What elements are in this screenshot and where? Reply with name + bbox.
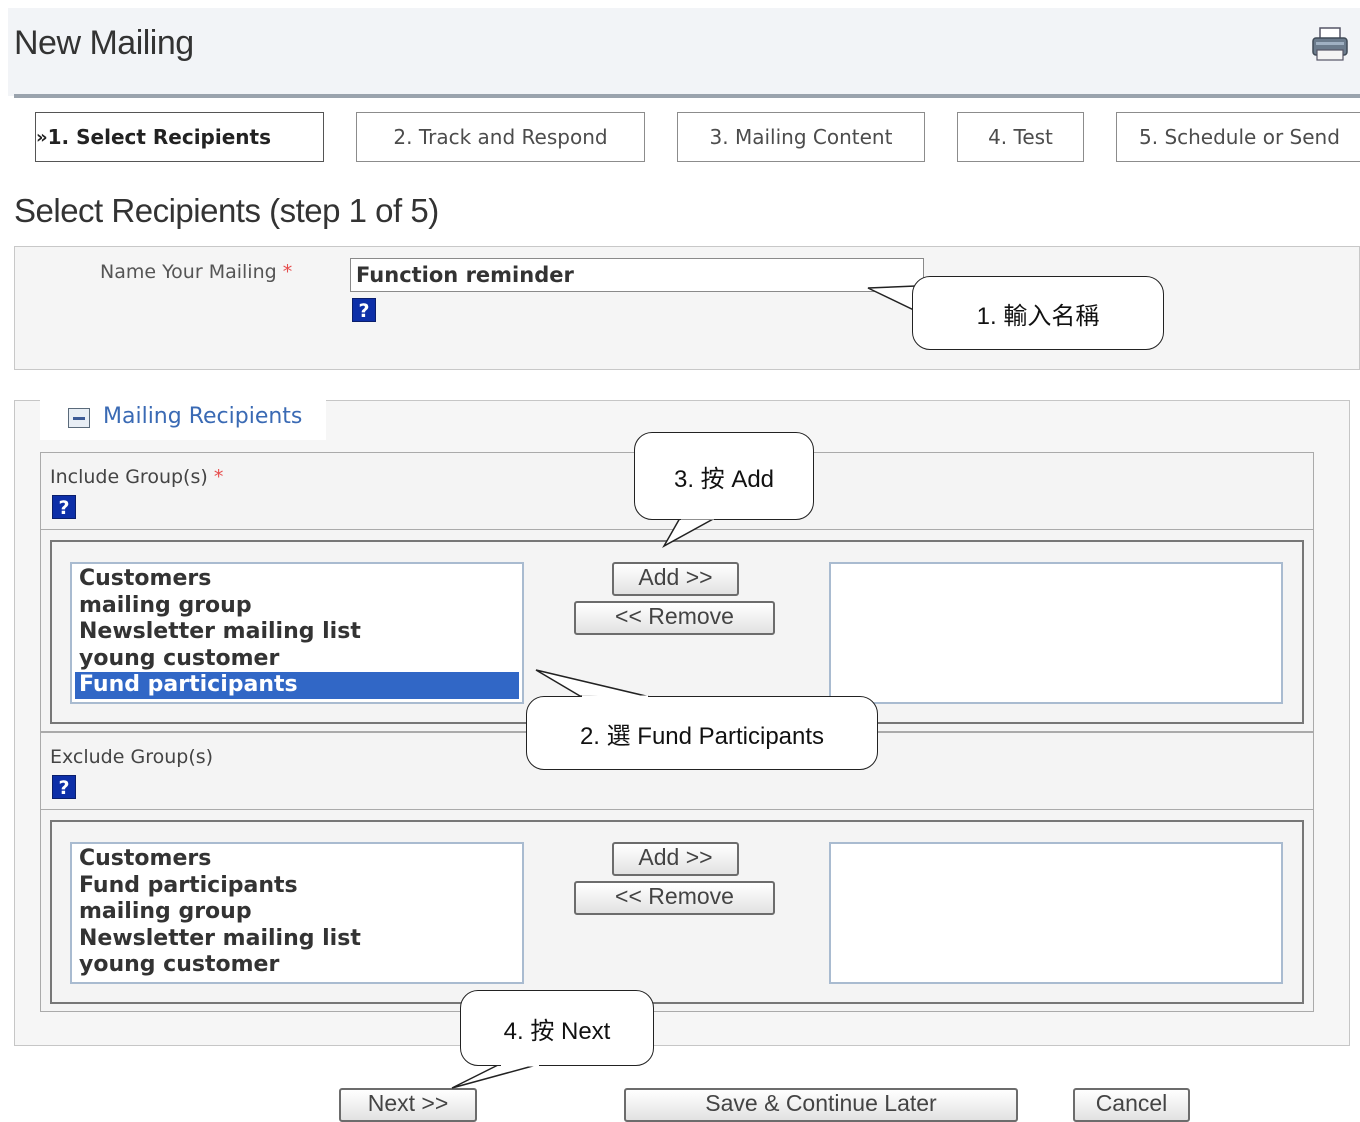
- callout-press-add: 3. 按 Add: [634, 432, 814, 520]
- callout-press-next: 4. 按 Next: [460, 990, 654, 1066]
- callout-enter-name: 1. 輸入名稱: [912, 276, 1164, 350]
- callout-tails: [451, 285, 919, 1089]
- callout-select-fund-participants: 2. 選 Fund Participants: [526, 696, 878, 770]
